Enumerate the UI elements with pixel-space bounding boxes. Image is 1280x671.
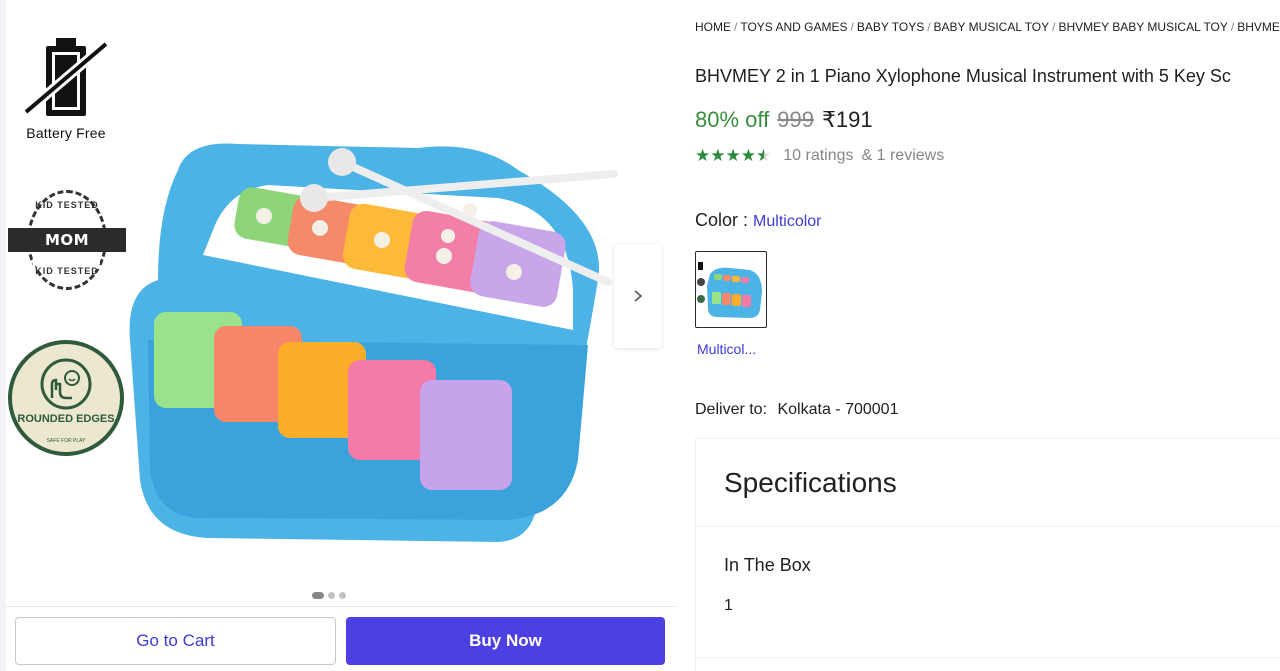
star-rating: ★ ★ ★ ★ ★	[695, 147, 771, 165]
product-details: HOME / TOYS AND GAMES / BABY TOYS / BABY MUSIC…	[695, 0, 1280, 671]
star-icon: ★	[740, 146, 756, 165]
swatch-thumbnail	[697, 262, 762, 318]
page-edge	[0, 0, 6, 671]
hand-smile-icon	[40, 358, 92, 410]
rating-row[interactable]: ★ ★ ★ ★ ★ 10 ratings & 1 reviews	[695, 147, 944, 165]
carousel-dots	[312, 592, 346, 599]
rounded-edges-label: ROUNDED EDGES	[17, 413, 115, 425]
breadcrumb-product[interactable]: BHVME	[1237, 20, 1280, 34]
breadcrumb-separator: /	[927, 20, 931, 34]
action-bar: Go to Cart Buy Now	[6, 606, 676, 671]
breadcrumb-baby-musical-toy[interactable]: BABY MUSICAL TOY	[934, 20, 1050, 34]
go-to-cart-button[interactable]: Go to Cart	[15, 617, 336, 665]
swatch-label[interactable]: Multicol...	[697, 341, 756, 357]
battery-crossed-icon	[22, 38, 110, 116]
carousel-dot[interactable]	[328, 592, 335, 599]
specifications-heading: Specifications	[696, 439, 1280, 527]
mom-approved-label: MOM APPROVED	[8, 228, 126, 273]
carousel-dot[interactable]	[339, 592, 346, 599]
star-half-icon: ★	[756, 146, 772, 165]
kid-tested-bottom: KID TESTED	[35, 266, 99, 276]
breadcrumb-separator: /	[734, 20, 738, 34]
delivery-location[interactable]: Deliver to: Kolkata - 700001	[695, 401, 898, 419]
star-icon: ★	[710, 146, 726, 165]
breadcrumb-brand-musical-toy[interactable]: BHVMEY BABY MUSICAL TOY	[1059, 20, 1228, 34]
reviews-count: & 1 reviews	[861, 147, 945, 164]
product-image[interactable]	[118, 130, 618, 550]
safe-for-play-label: SAFE FOR PLAY	[46, 438, 86, 444]
color-value: Multicolor	[753, 213, 822, 230]
breadcrumb-baby-toys[interactable]: BABY TOYS	[857, 20, 924, 34]
mom-approved-badge: KID TESTED MOM APPROVED KID TESTED	[8, 188, 126, 292]
buy-now-button[interactable]: Buy Now	[346, 617, 665, 665]
rounded-edges-badge: ROUNDED EDGES SAFE FOR PLAY	[8, 340, 124, 456]
breadcrumb-separator: /	[1230, 20, 1235, 34]
breadcrumb-separator: /	[1052, 20, 1056, 34]
chevron-right-icon	[634, 290, 643, 302]
deliver-label: Deliver to:	[695, 401, 768, 418]
next-image-button[interactable]	[614, 244, 662, 348]
spec-value: 1	[724, 597, 733, 614]
star-icon: ★	[725, 146, 741, 165]
product-title: BHVMEY 2 in 1 Piano Xylophone Musical In…	[695, 66, 1231, 86]
battery-free-label: Battery Free	[26, 125, 106, 141]
breadcrumb-home[interactable]: HOME	[695, 20, 731, 34]
original-price: 999	[777, 107, 814, 132]
carousel-dot[interactable]	[312, 592, 324, 599]
spec-name: In The Box	[724, 555, 811, 575]
color-swatch-multicolor[interactable]	[695, 251, 767, 328]
star-icon: ★	[695, 146, 711, 165]
price-row: 80% off 999 ₹191	[695, 107, 873, 133]
spec-divider	[696, 657, 1280, 658]
battery-free-badge: Battery Free	[14, 36, 118, 141]
selling-price: ₹191	[821, 107, 873, 132]
product-gallery: Battery Free KID TESTED MOM APPROVED KID…	[0, 0, 680, 671]
kid-tested-top: KID TESTED	[35, 200, 99, 210]
color-selector-label: Color : Multicolor	[695, 210, 822, 231]
color-label: Color :	[695, 210, 754, 230]
ratings-count: 10 ratings	[783, 147, 854, 164]
breadcrumb-separator: /	[850, 20, 854, 34]
discount-label: 80% off	[695, 107, 770, 132]
breadcrumb-toys-and-games[interactable]: TOYS AND GAMES	[740, 20, 847, 34]
deliver-location-value: Kolkata - 700001	[777, 401, 899, 418]
breadcrumb: HOME / TOYS AND GAMES / BABY TOYS / BABY MUSIC…	[695, 20, 1280, 34]
specifications-section: Specifications In The Box 1	[695, 438, 1280, 671]
